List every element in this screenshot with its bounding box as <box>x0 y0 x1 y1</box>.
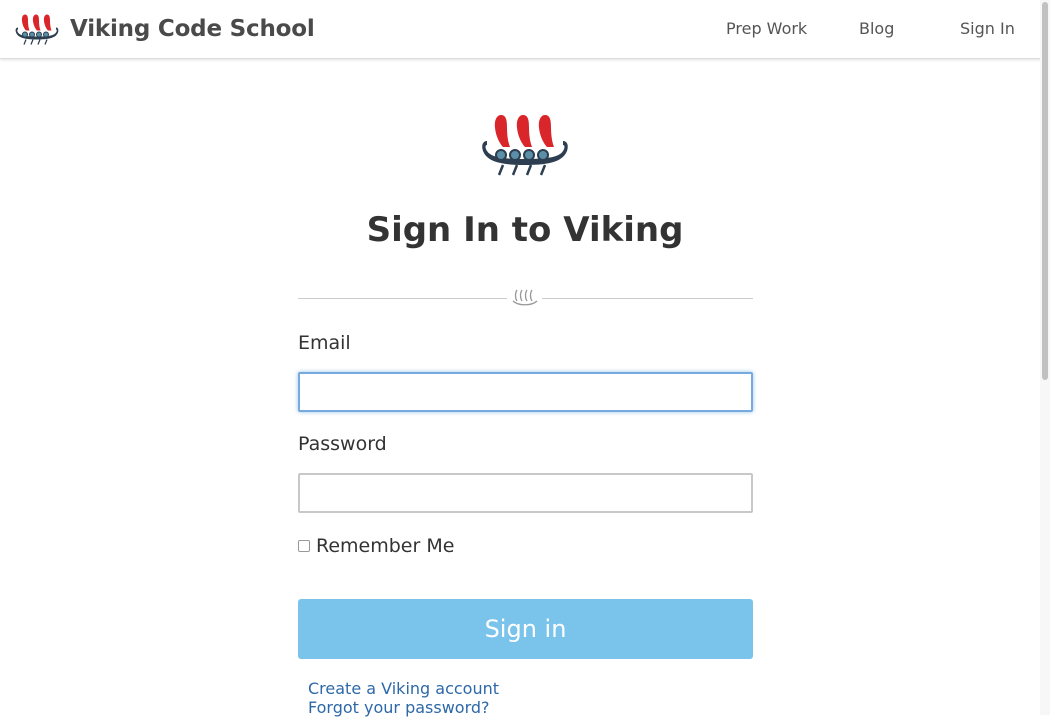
remember-me-row[interactable]: Remember Me <box>298 535 454 557</box>
remember-me-checkbox[interactable] <box>298 540 310 552</box>
forgot-password-link[interactable]: Forgot your password? <box>308 698 490 717</box>
nav-link-prep-work[interactable]: Prep Work <box>726 19 807 38</box>
divider-line-right <box>542 298 753 299</box>
top-navbar: Viking Code School Prep Work Blog Sign I… <box>0 0 1050 59</box>
viking-ship-icon <box>15 14 59 45</box>
nav-link-sign-in[interactable]: Sign In <box>960 19 1015 38</box>
page-scrollbar[interactable] <box>1040 0 1050 715</box>
password-label: Password <box>298 433 387 455</box>
brand-name: Viking Code School <box>70 16 315 42</box>
create-account-link[interactable]: Create a Viking account <box>308 679 499 698</box>
sails-divider-icon <box>512 289 538 306</box>
sign-in-button[interactable]: Sign in <box>298 599 753 659</box>
brand-home-link[interactable]: Viking Code School <box>14 11 315 47</box>
page-title: Sign In to Viking <box>366 210 684 250</box>
password-field[interactable] <box>298 473 753 513</box>
remember-me-label[interactable]: Remember Me <box>316 535 454 557</box>
email-label: Email <box>298 332 351 354</box>
nav-link-blog[interactable]: Blog <box>859 19 894 38</box>
email-field[interactable] <box>298 372 753 412</box>
divider-line-left <box>298 298 507 299</box>
viking-ship-icon <box>482 115 568 176</box>
scrollbar-thumb[interactable] <box>1042 2 1048 380</box>
